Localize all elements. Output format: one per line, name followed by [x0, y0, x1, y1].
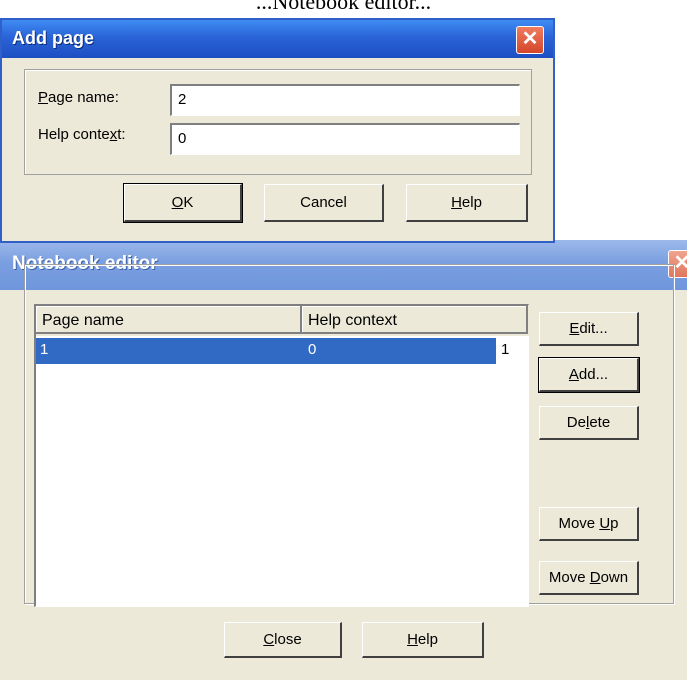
add-page-titlebar[interactable]: Add page ✕: [2, 20, 553, 58]
column-header-page-name[interactable]: Page name: [36, 306, 302, 334]
move-up-button[interactable]: Move Up: [539, 507, 639, 541]
add-page-title: Add page: [12, 28, 95, 48]
move-down-button[interactable]: Move Down: [539, 561, 639, 595]
list-item[interactable]: 1 0: [36, 338, 496, 364]
row-page-name: 1: [40, 341, 49, 358]
page-name-label: Page name:: [38, 89, 119, 106]
page-name-field[interactable]: 2: [170, 84, 520, 116]
column-header-help-context[interactable]: Help context: [302, 306, 528, 334]
ok-button[interactable]: OK: [123, 183, 243, 223]
row-extra-value: 1: [501, 341, 510, 358]
add-page-dialog: Add page ✕ Page name: 2 Help context: 0 …: [0, 18, 555, 243]
pages-listview[interactable]: Page name Help context 1 0 1: [34, 304, 530, 607]
close-icon[interactable]: ✕: [516, 26, 544, 54]
listview-header: Page name Help context: [36, 306, 530, 336]
notebook-help-button[interactable]: Help: [362, 622, 484, 658]
edit-button[interactable]: Edit...: [539, 312, 639, 346]
row-help-context: 0: [308, 341, 317, 358]
add-button[interactable]: Add...: [538, 357, 640, 393]
help-button[interactable]: Help: [406, 184, 528, 222]
cancel-button[interactable]: Cancel: [264, 184, 384, 222]
help-context-label: Help context:: [38, 126, 126, 143]
help-context-field[interactable]: 0: [170, 123, 520, 155]
delete-button[interactable]: Delete: [539, 406, 639, 440]
notebook-editor-window: Notebook editor ✕ Page name Help context…: [0, 240, 687, 680]
background-document-text: ...Notebook editor...: [255, 0, 432, 14]
close-button[interactable]: Close: [224, 622, 342, 658]
